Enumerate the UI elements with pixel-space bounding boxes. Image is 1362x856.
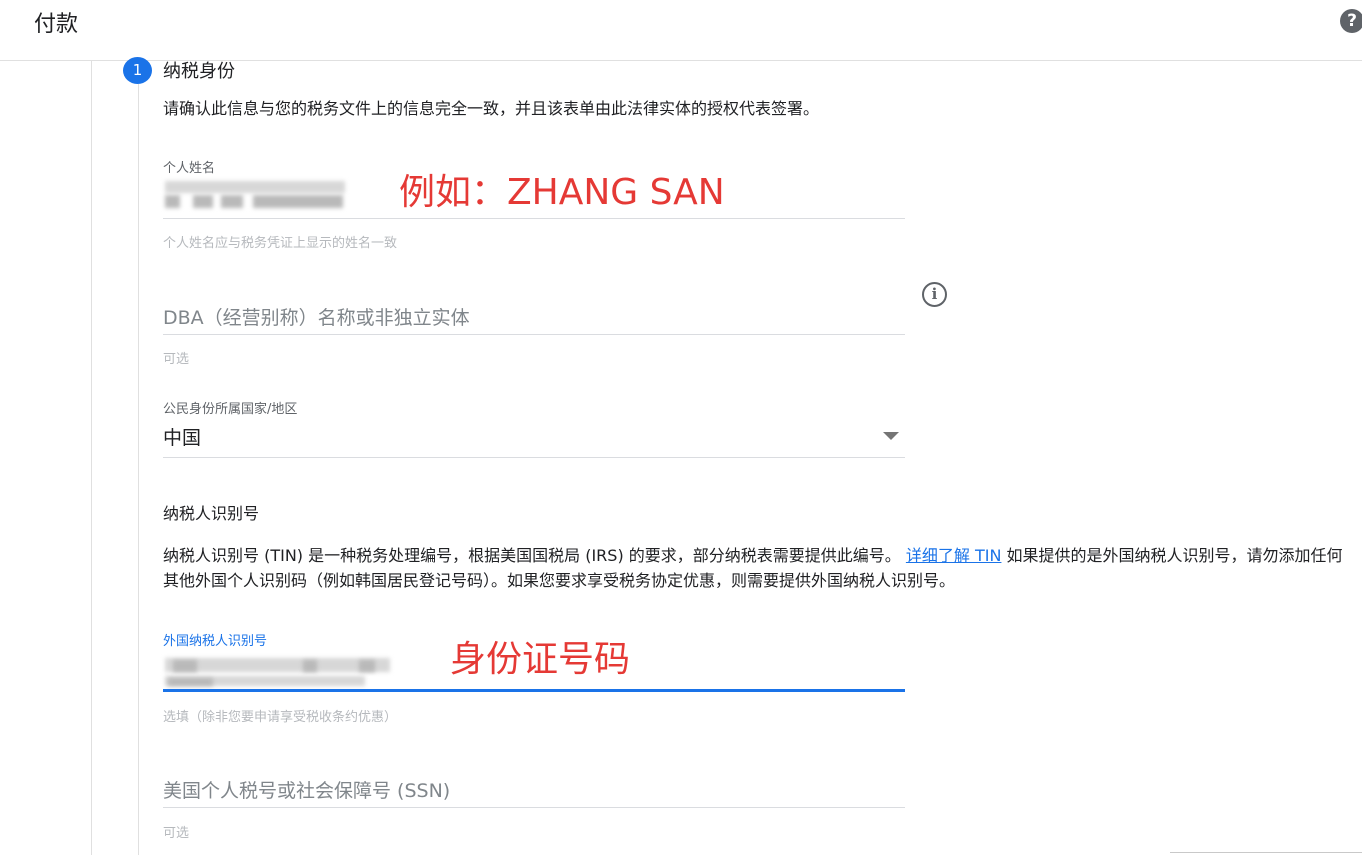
redacted-text [165,658,390,672]
citizenship-label: 公民身份所属国家/地区 [163,402,298,417]
tin-description-text: 纳税人识别号 (TIN) 是一种税务处理编号，根据美国国税局 (IRS) 的要求… [163,546,901,565]
id-number-annotation: 身份证号码 [450,639,631,680]
citizenship-underline [163,457,905,458]
step-intro-text: 请确认此信息与您的税务文件上的信息完全一致，并且该表单由此法律实体的授权代表签署… [163,99,820,118]
bottom-panel-edge [1170,852,1362,856]
left-rail-divider [91,60,92,855]
dropdown-arrow-icon[interactable] [883,432,899,440]
individual-name-label: 个人姓名 [163,161,216,176]
redacted-text [193,195,213,208]
redacted-text [165,181,345,193]
step-number-badge: 1 [123,57,152,84]
tin-section-heading: 纳税人识别号 [163,504,260,523]
redacted-text [253,195,343,208]
ssn-helper: 可选 [163,826,190,841]
redacted-text [173,660,197,672]
dba-input[interactable]: DBA（经营别称）名称或非独立实体 [163,303,470,330]
dba-helper: 可选 [163,352,190,367]
step-connector-line [138,84,139,855]
ssn-input[interactable]: 美国个人税号或社会保障号 (SSN) [163,776,450,803]
learn-more-tin-link[interactable]: 详细了解 TIN [906,546,1002,565]
individual-name-underline [163,218,905,219]
redacted-text [165,195,180,208]
redacted-text [168,678,213,686]
individual-name-helper: 个人姓名应与税务凭证上显示的姓名一致 [163,236,398,251]
dba-underline [163,334,905,335]
info-icon[interactable]: i [922,282,947,307]
step-title: 纳税身份 [163,61,235,82]
foreign-tin-underline-focused [163,689,905,692]
citizenship-value: 中国 [163,427,202,449]
foreign-tin-label: 外国纳税人识别号 [163,634,268,649]
top-bar: 付款 ? [0,0,1362,61]
tin-description: 纳税人识别号 (TIN) 是一种税务处理编号，根据美国国税局 (IRS) 的要求… [163,543,1358,593]
help-icon[interactable]: ? [1340,9,1362,33]
foreign-tin-helper: 选填（除非您要申请享受税收条约优惠） [163,710,398,725]
page-title: 付款 [34,12,79,37]
redacted-text [359,660,375,672]
name-example-annotation: 例如：ZHANG SAN [399,172,725,213]
ssn-underline [163,807,905,808]
redacted-text [221,195,243,208]
redacted-text [303,660,317,672]
citizenship-select[interactable] [163,418,905,456]
